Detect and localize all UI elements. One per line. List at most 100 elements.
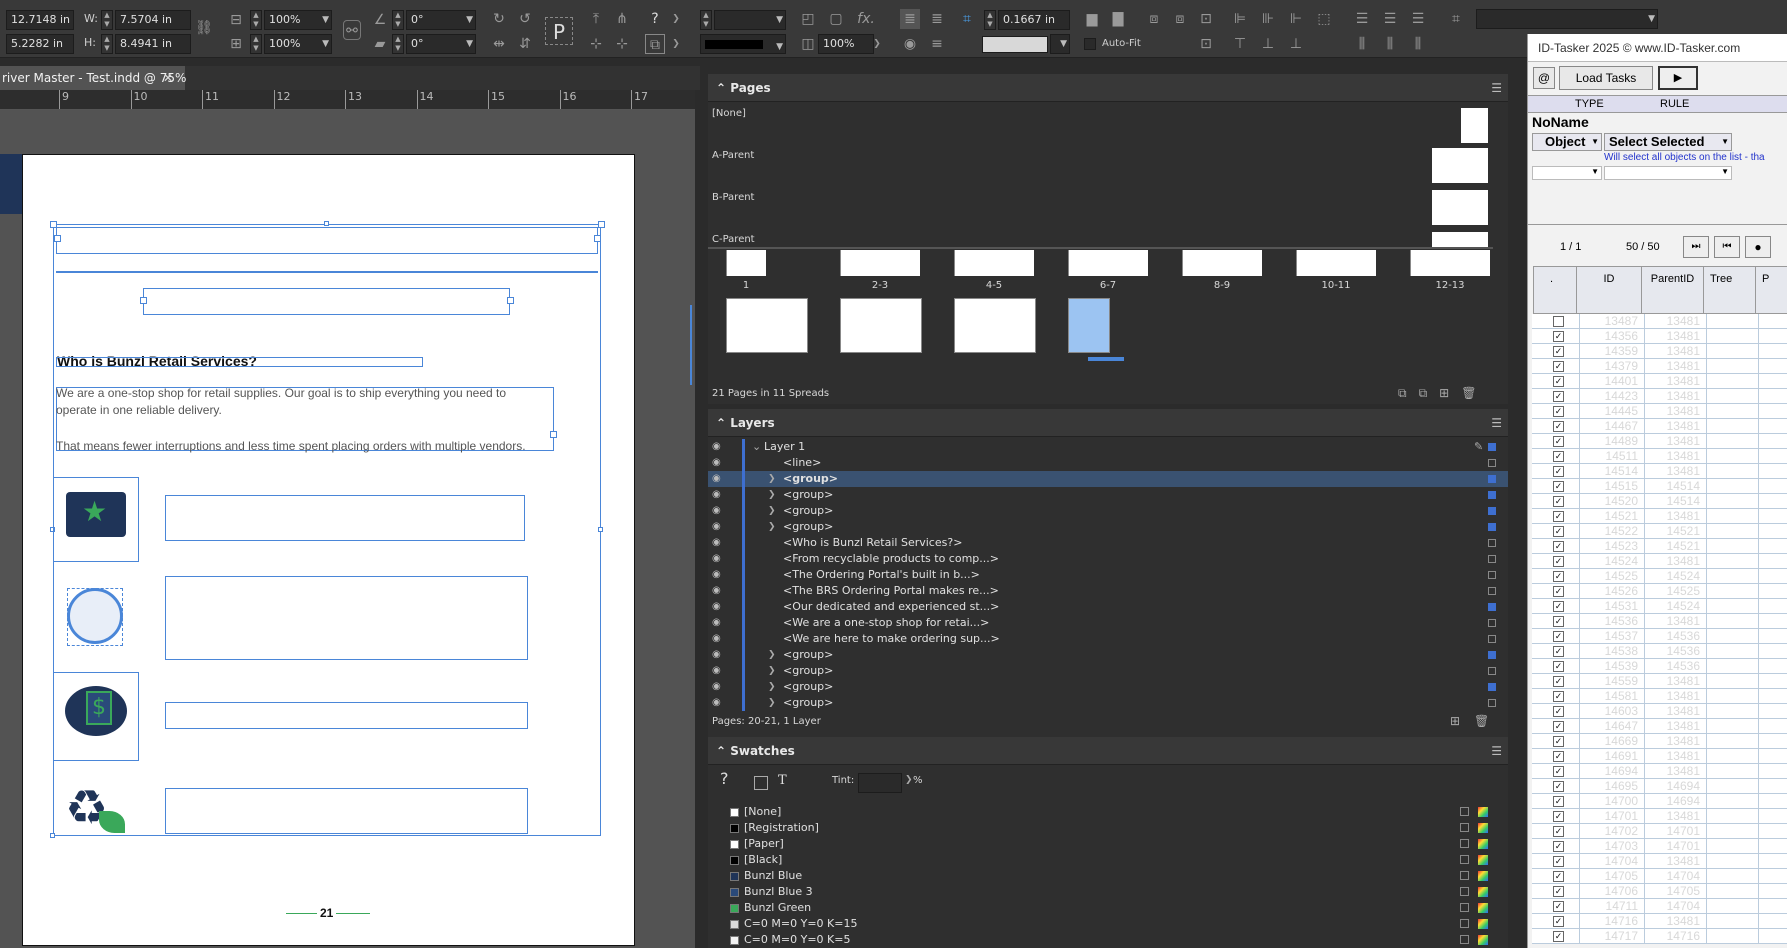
grid-row[interactable]: ✓ 14705 14704 xyxy=(1532,869,1787,884)
grid-row[interactable]: ✓ 14691 13481 xyxy=(1532,749,1787,764)
parent-thumb[interactable] xyxy=(1432,148,1488,183)
row-checkbox[interactable] xyxy=(1553,316,1564,327)
layer-select-square[interactable] xyxy=(1488,507,1496,515)
grid-row[interactable]: ✓ 14423 13481 xyxy=(1532,389,1787,404)
row-checkbox[interactable]: ✓ xyxy=(1553,916,1564,927)
center-content-icon[interactable]: ⊡ xyxy=(1196,9,1216,29)
content-aware-fit-icon[interactable]: ⊡ xyxy=(1196,34,1216,54)
swatch-row[interactable]: [Paper] xyxy=(708,836,1508,852)
frame-handle[interactable] xyxy=(140,297,147,304)
spread-thumb[interactable] xyxy=(954,250,1034,276)
spread-thumb[interactable] xyxy=(1296,250,1376,276)
layer-select-square[interactable] xyxy=(1488,699,1496,707)
grid-row[interactable]: ✓ 14536 13481 xyxy=(1532,614,1787,629)
eye-icon[interactable]: ◉ xyxy=(712,503,726,519)
at-button[interactable]: @ xyxy=(1533,67,1555,89)
row-checkbox[interactable]: ✓ xyxy=(1553,586,1564,597)
stroke-weight-dropdown[interactable]: ▼ xyxy=(714,10,786,30)
chevron-right-icon[interactable]: ❯ xyxy=(768,679,776,695)
icon-text-frame[interactable] xyxy=(165,702,528,729)
row-checkbox[interactable]: ✓ xyxy=(1553,406,1564,417)
grid-row[interactable]: ✓ 14531 14524 xyxy=(1532,599,1787,614)
distribute-left-icon[interactable]: ⫼ xyxy=(1352,34,1372,54)
layers-panel-header[interactable]: ⌃ Layers ☰ xyxy=(708,409,1508,437)
eye-icon[interactable]: ◉ xyxy=(712,535,726,551)
shear-stepper[interactable]: ▲ ▼ xyxy=(392,34,404,54)
layer-row[interactable]: ◉ ❯ <group> xyxy=(708,503,1508,519)
layer-row[interactable]: ◉ ❯ <group> xyxy=(708,471,1508,487)
row-checkbox[interactable]: ✓ xyxy=(1553,361,1564,372)
selection-handle[interactable] xyxy=(598,527,603,532)
layer-select-square[interactable] xyxy=(1488,651,1496,659)
spread-thumb[interactable] xyxy=(1068,298,1110,353)
layer-select-square[interactable] xyxy=(1488,475,1496,483)
layer-row[interactable]: ◉ ❯ <group> xyxy=(708,679,1508,695)
swatches-panel-header[interactable]: ⌃ Swatches ☰ xyxy=(708,737,1508,765)
row-checkbox[interactable]: ✓ xyxy=(1553,661,1564,672)
tint-field[interactable] xyxy=(858,773,902,793)
stroke-type-dropdown[interactable]: ▼ xyxy=(700,34,786,54)
swatch-row[interactable]: C=0 M=0 Y=0 K=5 xyxy=(708,932,1508,948)
spread-thumb[interactable] xyxy=(840,250,920,276)
panel-menu-icon[interactable]: ☰ xyxy=(1491,74,1502,102)
distribute-bottom-icon[interactable]: ☰ xyxy=(1408,9,1428,29)
spread-thumb[interactable] xyxy=(1410,250,1490,276)
grid-row[interactable]: ✓ 14445 13481 xyxy=(1532,404,1787,419)
fx-icon[interactable]: fx. xyxy=(856,9,876,29)
eye-icon[interactable]: ◉ xyxy=(712,439,726,455)
select-content-icon[interactable]: ⋔ xyxy=(612,9,632,29)
spread-thumb[interactable] xyxy=(726,250,766,276)
panel-menu-icon[interactable]: ☰ xyxy=(1491,737,1502,765)
row-checkbox[interactable]: ✓ xyxy=(1553,451,1564,462)
record-button[interactable]: ● xyxy=(1745,236,1771,258)
chevron-right-icon[interactable]: ❯ xyxy=(669,9,683,29)
row-checkbox[interactable]: ✓ xyxy=(1553,931,1564,942)
stroke-weight-field[interactable]: 0.1667 in xyxy=(998,10,1070,30)
document-tab[interactable]: river Master - Test.indd @ 75% ✕ xyxy=(0,66,186,90)
grid-header-tree[interactable]: Tree xyxy=(1703,267,1755,313)
grid-row[interactable]: ✓ 14526 14525 xyxy=(1532,584,1787,599)
row-checkbox[interactable]: ✓ xyxy=(1553,886,1564,897)
parent-thumb[interactable] xyxy=(1461,108,1488,143)
row-checkbox[interactable]: ✓ xyxy=(1553,736,1564,747)
row-checkbox[interactable]: ✓ xyxy=(1553,571,1564,582)
chevron-right-icon[interactable]: ❯ xyxy=(768,647,776,663)
rotate-cw-icon[interactable]: ↻ xyxy=(489,9,509,29)
grid-row[interactable]: ✓ 14559 13481 xyxy=(1532,674,1787,689)
grid-header-p[interactable]: P xyxy=(1755,267,1787,313)
row-checkbox[interactable]: ✓ xyxy=(1553,856,1564,867)
rotate-ccw-icon[interactable]: ↺ xyxy=(515,9,535,29)
first-page-button[interactable]: ⏮ xyxy=(1714,236,1740,258)
fill-dropdown[interactable]: ▼ xyxy=(1050,34,1070,54)
layer-row[interactable]: ◉ <We are a one-stop shop for retai...> xyxy=(708,615,1508,631)
grid-row[interactable]: ✓ 14523 14521 xyxy=(1532,539,1787,554)
layer-select-square[interactable] xyxy=(1488,539,1496,547)
row-checkbox[interactable]: ✓ xyxy=(1553,871,1564,882)
horizontal-ruler[interactable]: 9 10 11 12 13 14 15 16 17 xyxy=(0,90,695,110)
parent-c[interactable]: C-Parent xyxy=(712,234,755,245)
row-checkbox[interactable]: ✓ xyxy=(1553,796,1564,807)
spread-thumb[interactable] xyxy=(840,298,922,353)
grid-row[interactable]: ✓ 14356 13481 xyxy=(1532,329,1787,344)
spread-thumb[interactable] xyxy=(954,298,1036,353)
chevron-right-icon[interactable]: ❯ xyxy=(768,487,776,503)
panel-menu-icon[interactable]: ☰ xyxy=(1491,409,1502,437)
grid-row[interactable]: ✓ 14603 13481 xyxy=(1532,704,1787,719)
select-next-icon[interactable]: ⊹ xyxy=(612,34,632,54)
grid-row[interactable]: ✓ 14359 13481 xyxy=(1532,344,1787,359)
row-checkbox[interactable]: ✓ xyxy=(1553,841,1564,852)
fit-proportional-icon[interactable]: ⧈ xyxy=(1144,9,1164,29)
eye-icon[interactable]: ◉ xyxy=(712,663,726,679)
grid-row[interactable]: ✓ 14379 13481 xyxy=(1532,359,1787,374)
row-checkbox[interactable]: ✓ xyxy=(1553,751,1564,762)
layer-select-square[interactable] xyxy=(1488,587,1496,595)
grid-row[interactable]: ✓ 14702 14701 xyxy=(1532,824,1787,839)
row-checkbox[interactable]: ✓ xyxy=(1553,616,1564,627)
icon-text-frame[interactable] xyxy=(165,576,528,660)
eye-icon[interactable]: ◉ xyxy=(712,471,726,487)
align-h-centers-icon[interactable]: ⊪ xyxy=(1258,9,1278,29)
flip-vertical-icon[interactable]: ⇵ xyxy=(515,34,535,54)
row-checkbox[interactable]: ✓ xyxy=(1553,346,1564,357)
paragraph-frame-icon[interactable]: P xyxy=(545,17,573,45)
object-dropdown[interactable]: Object ▼ xyxy=(1532,133,1602,151)
